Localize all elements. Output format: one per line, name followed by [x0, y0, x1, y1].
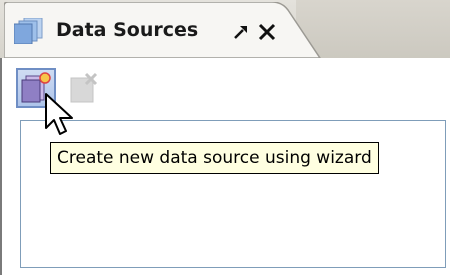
data-sources-panel: Data Sources Create new data source usin… — [0, 0, 450, 275]
tooltip: Create new data source using wizard — [50, 142, 379, 174]
tab-title: Data Sources — [56, 19, 199, 41]
mouse-pointer-icon — [45, 93, 73, 135]
tab-data-sources[interactable]: Data Sources — [4, 2, 324, 58]
pin-icon[interactable] — [232, 23, 250, 41]
database-icon — [14, 18, 44, 44]
close-icon[interactable] — [256, 21, 278, 43]
